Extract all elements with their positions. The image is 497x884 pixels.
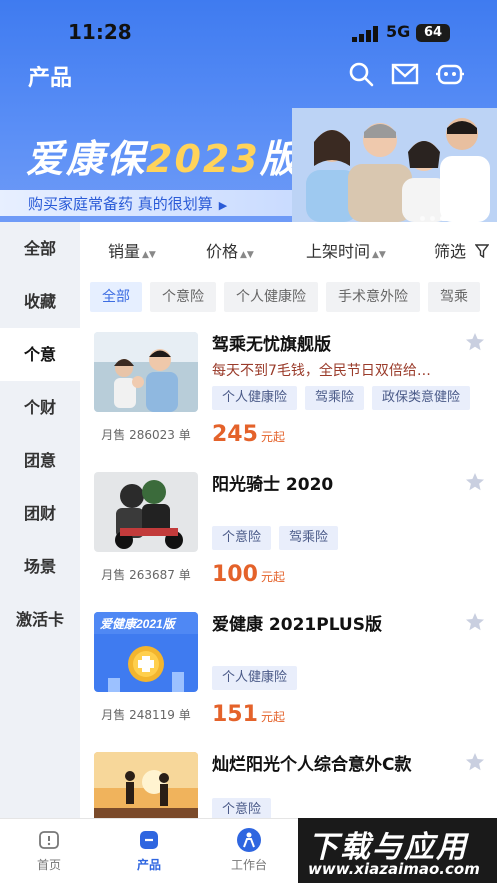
mail-icon[interactable] [391, 60, 419, 88]
product-thumbnail[interactable]: 爱健康2021版 [94, 612, 198, 692]
monthly-sales: 月售 263687 单 [101, 568, 191, 582]
sort-launch-time-label: 上架时间 [306, 242, 371, 261]
sidebar-item[interactable]: 团财 [0, 487, 80, 540]
tab-home-label: 首页 [36, 858, 61, 872]
product-card[interactable]: 月售 263687 单 阳光骑士 2020 个意险 驾乘险 100 元起 [80, 466, 497, 606]
sort-bar: 销量 ▲▼ 价格 ▲▼ 上架时间 ▲▼ 筛选 [80, 222, 497, 274]
favorite-star-icon[interactable] [465, 332, 485, 352]
tab-home[interactable]: 首页 [4, 827, 94, 873]
banner-subtitle-text: 购买家庭常备药 真的很划算 [28, 195, 213, 213]
sidebar-item[interactable]: 全部 [0, 222, 80, 275]
network-type: 5G [386, 22, 411, 41]
tab-product-label: 产品 [136, 858, 161, 872]
product-tag: 政保类意健险 [372, 386, 471, 410]
category-sidebar: 全部 收藏 个意 个财 团意 团财 场景 激活卡 [0, 222, 80, 818]
product-description: 每天不到7毛钱，全民节日双倍给… [212, 363, 431, 379]
monthly-sales: 月售 286023 单 [101, 428, 191, 442]
product-tag: 驾乘险 [305, 386, 365, 410]
sidebar-item[interactable]: 场景 [0, 540, 80, 593]
sidebar-item[interactable]: 激活卡 [0, 593, 80, 646]
workbench-icon [237, 828, 261, 852]
type-chip[interactable]: 个意险 [150, 282, 216, 312]
monthly-sales: 月售 248119 单 [101, 708, 191, 722]
product-card[interactable]: 灿烂阳光个人综合意外C款个意险 [80, 746, 497, 818]
product-name[interactable]: 爱健康 2021PLUS版 [212, 610, 382, 635]
sort-launch-time[interactable]: 上架时间 ▲▼ [306, 238, 386, 262]
sidebar-item[interactable]: 个意 [0, 328, 80, 381]
product-tag: 个人健康险 [212, 386, 298, 410]
type-chip[interactable]: 手术意外险 [326, 282, 420, 312]
product-tags: 个意险 [212, 798, 279, 818]
watermark-url: www.xiazaimao.com [308, 860, 480, 878]
price-value: 245 [212, 422, 258, 447]
watermark-logo: 下载与应用 www.xiazaimao.com [298, 818, 497, 883]
price-value: 151 [212, 702, 258, 727]
svg-text:爱健康2021版: 爱健康2021版 [100, 617, 178, 631]
product-tag: 驾乘险 [279, 526, 339, 550]
product-tag: 个人健康险 [212, 666, 298, 690]
banner-carousel-dots[interactable] [420, 206, 467, 222]
home-icon [39, 831, 59, 849]
product-card[interactable]: 月售 286023 单 驾乘无忧旗舰版每天不到7毛钱，全民节日双倍给… 个人健康险驾… [80, 326, 497, 466]
sort-sales-label: 销量 [108, 242, 141, 261]
product-icon [140, 831, 158, 849]
sidebar-item[interactable]: 收藏 [0, 275, 80, 328]
sort-price-label: 价格 [206, 242, 239, 261]
price-unit: 元起 [260, 430, 285, 444]
product-thumbnail[interactable] [94, 472, 198, 552]
tab-product[interactable]: 产品 [104, 827, 194, 873]
type-chip[interactable]: 全部 [90, 282, 142, 312]
status-time: 11:28 [68, 20, 132, 44]
family-photo [292, 108, 497, 222]
product-list-panel: 销量 ▲▼ 价格 ▲▼ 上架时间 ▲▼ 筛选 全部 个意险 个人健康险 手术意外险 驾乘 月售… [80, 222, 497, 818]
price-unit: 元起 [260, 710, 285, 724]
sidebar-item[interactable]: 个财 [0, 381, 80, 434]
product-name[interactable]: 驾乘无忧旗舰版 [212, 330, 331, 355]
status-bar: 11:28 5G 64 [0, 18, 497, 50]
product-name[interactable]: 灿烂阳光个人综合意外C款 [212, 750, 411, 775]
product-tag: 个意险 [212, 526, 272, 550]
price-value: 100 [212, 562, 258, 587]
favorite-star-icon[interactable] [465, 752, 485, 772]
robot-icon[interactable] [436, 60, 464, 88]
sidebar-item[interactable]: 团意 [0, 434, 80, 487]
banner-subtitle[interactable]: 购买家庭常备药 真的很划算 ▶ [28, 193, 227, 214]
product-thumbnail[interactable] [94, 332, 198, 412]
sort-arrow-icon: ▲▼ [142, 250, 156, 260]
sort-arrow-icon: ▲▼ [240, 250, 254, 260]
type-chip[interactable]: 个人健康险 [224, 282, 318, 312]
search-icon[interactable] [347, 60, 375, 88]
product-price: 151 元起 [212, 702, 285, 727]
play-arrow-icon: ▶ [218, 199, 228, 212]
favorite-star-icon[interactable] [465, 612, 485, 632]
product-card[interactable]: 爱健康2021版 月售 248119 单 爱健康 2021PLUS版 个人健康险 151… [80, 606, 497, 746]
filter-button[interactable]: 筛选 [434, 238, 490, 262]
product-thumbnail[interactable] [94, 752, 198, 818]
favorite-star-icon[interactable] [465, 472, 485, 492]
product-tags: 个人健康险 驾乘险 政保类意健险 [212, 386, 478, 410]
banner-title[interactable]: 爱康保2023版 [26, 128, 300, 183]
filter-funnel-icon [474, 244, 490, 259]
battery-icon: 64 [416, 24, 450, 42]
banner-title-main: 爱康保 [26, 137, 147, 181]
tab-workbench-label: 工作台 [230, 858, 267, 872]
product-tags: 个人健康险 [212, 666, 305, 690]
product-tag: 个意险 [212, 798, 272, 818]
product-name[interactable]: 阳光骑士 2020 [212, 470, 333, 495]
sort-sales[interactable]: 销量 ▲▼ [108, 238, 156, 262]
tab-workbench[interactable]: 工作台 [204, 827, 294, 873]
price-unit: 元起 [260, 570, 285, 584]
type-chip[interactable]: 驾乘 [428, 282, 480, 312]
sort-price[interactable]: 价格 ▲▼ [206, 238, 254, 262]
product-price: 100 元起 [212, 562, 285, 587]
header: 11:28 5G 64 产品 爱康保2023版 购买家庭常备药 真的很划算 ▶ [0, 0, 497, 222]
page-title: 产品 [28, 66, 73, 91]
sort-arrow-icon: ▲▼ [372, 250, 386, 260]
type-chip-row: 全部 个意险 个人健康险 手术意外险 驾乘 [90, 282, 497, 312]
filter-label: 筛选 [434, 242, 467, 261]
product-tags: 个意险 驾乘险 [212, 526, 346, 550]
product-price: 245 元起 [212, 422, 285, 447]
banner-title-year: 2023 [146, 137, 260, 181]
cellular-signal-icon [352, 26, 378, 42]
